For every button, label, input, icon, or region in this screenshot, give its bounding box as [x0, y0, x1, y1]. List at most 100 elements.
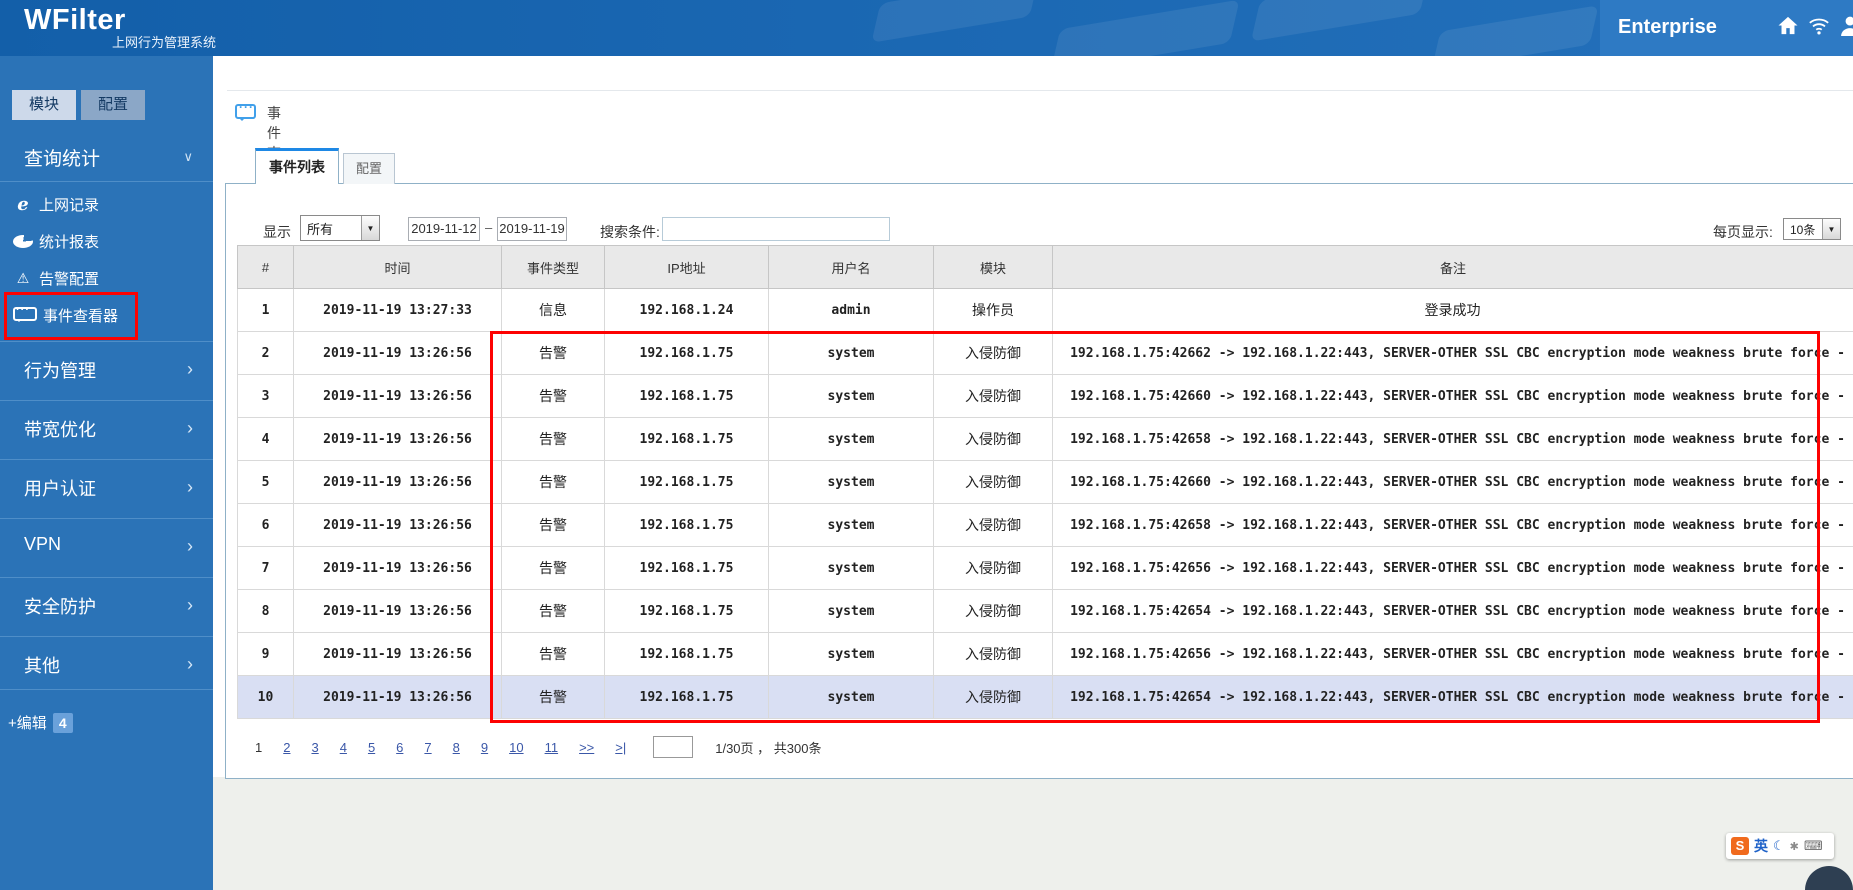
table-row[interactable]: 9 2019-11-19 13:26:56 告警 192.168.1.75 system…: [237, 632, 1853, 676]
cell-num: 10: [237, 675, 294, 719]
sidebar-section[interactable]: 用户认证 ›: [0, 459, 213, 518]
table-row[interactable]: 6 2019-11-19 13:26:56 告警 192.168.1.75 system…: [237, 503, 1853, 547]
cell-num: 9: [237, 632, 294, 676]
page-link[interactable]: 7: [424, 740, 431, 755]
sidebar-section-query-stats[interactable]: 查询统计 ∨: [0, 133, 213, 182]
cell-num: 3: [237, 374, 294, 418]
page-link[interactable]: 4: [340, 740, 347, 755]
page-link[interactable]: 5: [368, 740, 375, 755]
tab-event-list[interactable]: 事件列表: [255, 148, 339, 184]
cell-time: 2019-11-19 13:26:56: [293, 546, 502, 590]
cell-type: 告警: [501, 675, 605, 719]
page-next-link[interactable]: >>: [579, 740, 594, 755]
table-row[interactable]: 2 2019-11-19 13:26:56 告警 192.168.1.75 system…: [237, 331, 1853, 375]
tools-icon[interactable]: ✱: [1790, 840, 1799, 853]
show-select[interactable]: 所有 ▼: [300, 215, 380, 241]
cell-ip: 192.168.1.75: [604, 546, 769, 590]
page-link[interactable]: 3: [311, 740, 318, 755]
sidebar-section[interactable]: 安全防护 ›: [0, 577, 213, 636]
page-jump-input[interactable]: [653, 736, 694, 758]
sidebar-tab-modules[interactable]: 模块: [12, 90, 76, 120]
sidebar-edit-link[interactable]: +编辑 4: [8, 712, 73, 733]
ime-logo-icon[interactable]: S: [1731, 837, 1749, 855]
keyboard-decor: [871, 0, 1039, 43]
cell-module: 入侵防御: [933, 503, 1053, 547]
sidebar-section[interactable]: 其他 ›: [0, 636, 213, 695]
cell-remark: 登录成功: [1052, 288, 1853, 332]
sidebar-item-ie[interactable]: 上网记录: [0, 186, 213, 223]
keyboard-icon[interactable]: ⌨: [1804, 838, 1823, 854]
sidebar-tab-config[interactable]: 配置: [81, 90, 145, 120]
app-logo-subtitle: 上网行为管理系统: [112, 35, 217, 50]
sidebar-item-label: 事件查看器: [43, 308, 119, 325]
wifi-icon[interactable]: [1808, 17, 1830, 40]
cell-type: 告警: [501, 331, 605, 375]
table-row[interactable]: 1 2019-11-19 13:27:33 信息 192.168.1.24 admin 操…: [237, 288, 1853, 332]
sidebar-tab-group: 模块 配置: [12, 90, 145, 120]
chevron-right-icon: ›: [187, 359, 193, 379]
chevron-down-icon: ∨: [183, 149, 193, 164]
cell-user: system: [768, 374, 934, 418]
page-link[interactable]: 10: [509, 740, 523, 755]
date-to-input[interactable]: 2019-11-19: [497, 217, 567, 241]
table-row[interactable]: 8 2019-11-19 13:26:56 告警 192.168.1.75 system…: [237, 589, 1853, 633]
lang-icon[interactable]: 英: [1754, 836, 1768, 856]
sidebar: 模块 配置 查询统计 ∨ 上网记录统计报表告警配置事件查看器 行为管理›带宽优化…: [0, 56, 213, 890]
section-label: 用户认证: [24, 479, 96, 499]
cell-user: system: [768, 675, 934, 719]
cell-time: 2019-11-19 13:26:56: [293, 460, 502, 504]
page-link[interactable]: 6: [396, 740, 403, 755]
cell-type: 告警: [501, 589, 605, 633]
per-page-select[interactable]: 10条 ▼: [1783, 218, 1841, 240]
cell-module: 入侵防御: [933, 632, 1053, 676]
cell-module: 入侵防御: [933, 460, 1053, 504]
sidebar-item-comment[interactable]: 事件查看器: [0, 292, 213, 340]
cell-time: 2019-11-19 13:26:56: [293, 331, 502, 375]
page-last-link[interactable]: >|: [615, 740, 626, 755]
cell-module: 入侵防御: [933, 589, 1053, 633]
sidebar-section[interactable]: 行为管理 ›: [0, 341, 213, 400]
cell-remark: 192.168.1.75:42662 -> 192.168.1.22:443, …: [1052, 331, 1853, 375]
home-icon[interactable]: [1777, 16, 1799, 40]
page-link[interactable]: 2: [283, 740, 290, 755]
show-select-value: 所有: [307, 221, 334, 237]
cell-time: 2019-11-19 13:26:56: [293, 374, 502, 418]
page-link[interactable]: 8: [453, 740, 460, 755]
cell-ip: 192.168.1.75: [604, 632, 769, 676]
section-label: 查询统计: [24, 149, 101, 170]
cell-num: 2: [237, 331, 294, 375]
edit-label: +编辑: [8, 715, 47, 732]
cell-module: 入侵防御: [933, 331, 1053, 375]
warning-icon: [13, 270, 33, 287]
tab-config[interactable]: 配置: [343, 153, 395, 184]
sidebar-item-chart[interactable]: 统计报表: [0, 223, 213, 260]
cell-remark: 192.168.1.75:42658 -> 192.168.1.22:443, …: [1052, 503, 1853, 547]
sidebar-section[interactable]: VPN ›: [0, 518, 213, 577]
page-link[interactable]: 11: [545, 740, 559, 755]
sidebar-section[interactable]: 带宽优化 ›: [0, 400, 213, 459]
user-icon[interactable]: [1839, 15, 1853, 41]
search-input[interactable]: [662, 217, 890, 241]
col-header-num: #: [237, 245, 294, 289]
cell-ip: 192.168.1.75: [604, 331, 769, 375]
date-from-input[interactable]: 2019-11-12: [408, 217, 480, 241]
cell-num: 5: [237, 460, 294, 504]
sidebar-item-label: 告警配置: [39, 271, 100, 288]
footer-strip: [213, 777, 1853, 890]
col-header-time: 时间: [293, 245, 502, 289]
cell-user: system: [768, 503, 934, 547]
sidebar-item-warning[interactable]: 告警配置: [0, 260, 213, 297]
chevron-right-icon: ›: [187, 536, 193, 556]
page-link[interactable]: 9: [481, 740, 488, 755]
table-row[interactable]: 3 2019-11-19 13:26:56 告警 192.168.1.75 system…: [237, 374, 1853, 418]
table-row[interactable]: 10 2019-11-19 13:26:56 告警 192.168.1.75 syste…: [237, 675, 1853, 719]
moon-icon[interactable]: ☾: [1773, 838, 1785, 854]
header-icon-group: [1777, 15, 1853, 41]
sidebar-sections: 行为管理 › 带宽优化 › 用户认证 › VPN › 安全防护 › 其他 ›: [0, 341, 213, 695]
col-header-remark: 备注: [1052, 245, 1853, 289]
table-row[interactable]: 5 2019-11-19 13:26:56 告警 192.168.1.75 system…: [237, 460, 1853, 504]
table-row[interactable]: 4 2019-11-19 13:26:56 告警 192.168.1.75 system…: [237, 417, 1853, 461]
table-row[interactable]: 7 2019-11-19 13:26:56 告警 192.168.1.75 system…: [237, 546, 1853, 590]
cell-user: system: [768, 546, 934, 590]
chevron-right-icon: ›: [187, 477, 193, 497]
